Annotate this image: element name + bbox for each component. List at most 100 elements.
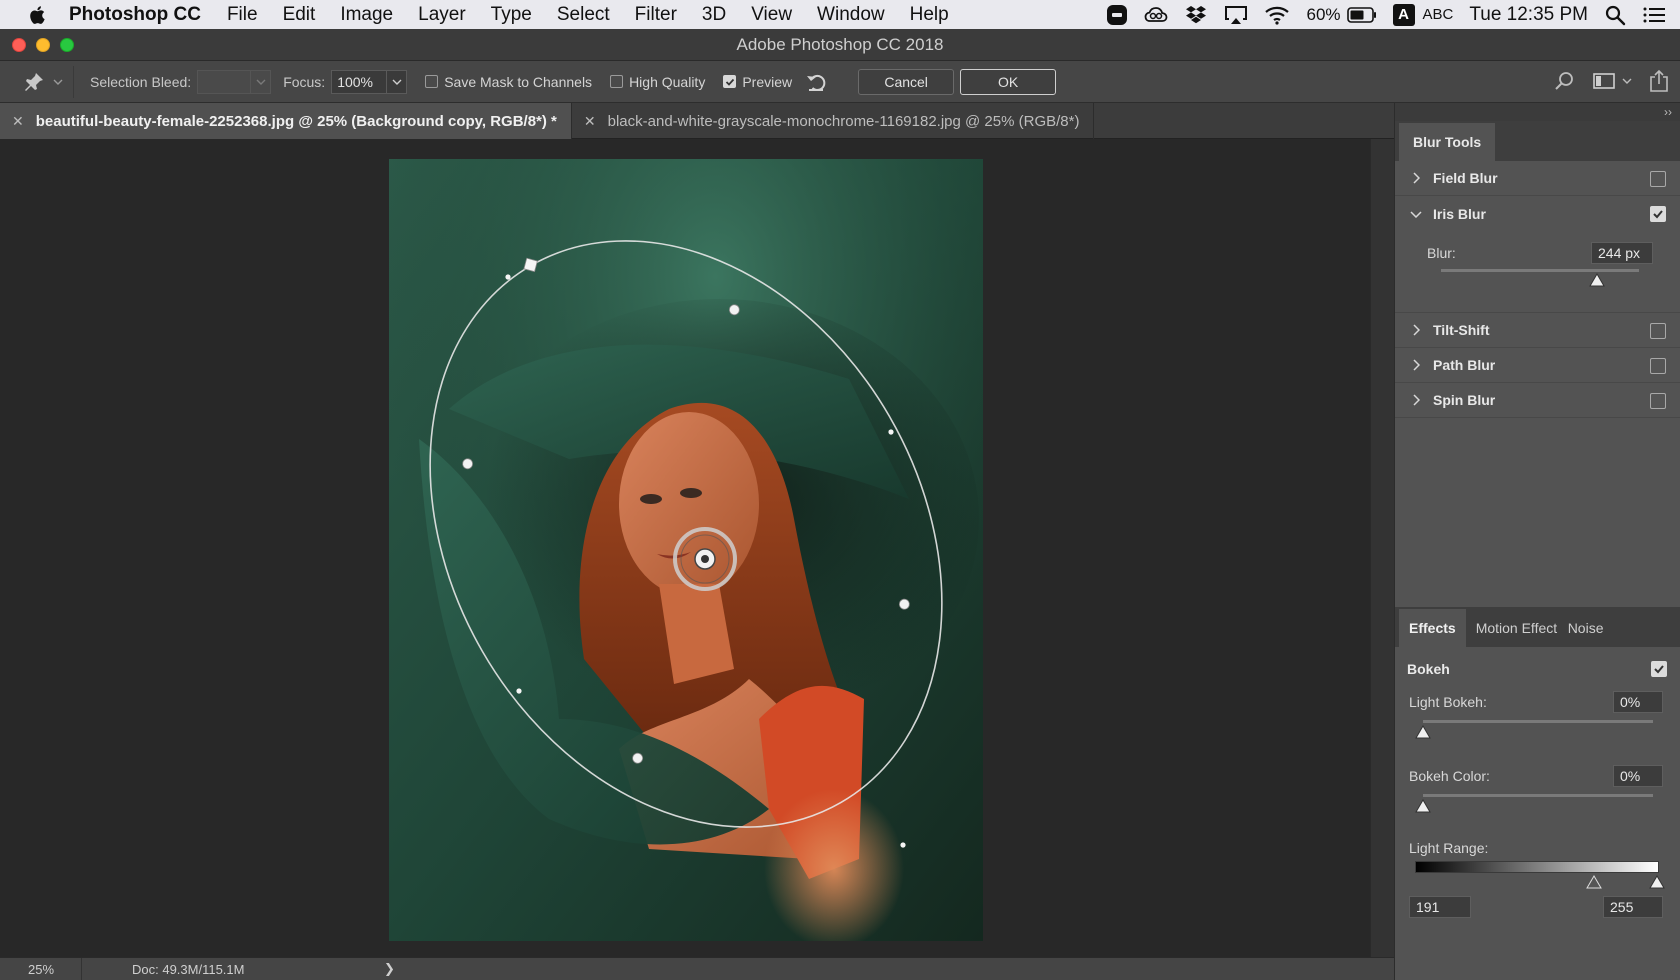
workspace-icon[interactable] <box>1592 71 1616 91</box>
roundness-handle[interactable] <box>523 257 538 273</box>
window-title-bar: Adobe Photoshop CC 2018 <box>0 29 1680 61</box>
app-menu[interactable]: Photoshop CC <box>69 4 201 26</box>
collapse-panel-icon[interactable]: ›› <box>1664 105 1672 119</box>
tab-motion-effects[interactable]: Motion Effect <box>1466 609 1558 647</box>
input-source-label[interactable]: ABC <box>1423 6 1454 23</box>
chevron-right-icon[interactable] <box>1409 394 1423 406</box>
search-icon[interactable] <box>1554 70 1576 92</box>
light-bokeh-input[interactable]: 0% <box>1613 691 1663 713</box>
ellipse-resize-handle[interactable] <box>888 429 894 435</box>
field-blur-row[interactable]: Field Blur <box>1395 161 1680 196</box>
menu-layer[interactable]: Layer <box>418 4 466 26</box>
blur-amount-slider-track[interactable] <box>1441 269 1639 272</box>
field-blur-checkbox[interactable] <box>1650 171 1666 187</box>
spotlight-search-icon[interactable] <box>1604 4 1626 26</box>
ok-button[interactable]: OK <box>960 68 1057 95</box>
menu-view[interactable]: View <box>751 4 792 26</box>
high-quality-label[interactable]: High Quality <box>629 74 705 90</box>
menu-3d[interactable]: 3D <box>702 4 726 26</box>
bokeh-color-slider-thumb[interactable] <box>1415 799 1431 813</box>
menu-window[interactable]: Window <box>817 4 885 26</box>
close-tab-icon[interactable]: ✕ <box>12 113 24 130</box>
menu-file[interactable]: File <box>227 4 258 26</box>
bokeh-color-input[interactable]: 0% <box>1613 765 1663 787</box>
save-mask-label[interactable]: Save Mask to Channels <box>444 74 592 90</box>
airplay-icon[interactable] <box>1224 4 1248 26</box>
focus-input[interactable]: 100% <box>331 69 388 94</box>
checkmark-icon <box>1653 210 1663 219</box>
high-quality-checkbox[interactable] <box>610 75 624 88</box>
ellipse-resize-handle[interactable] <box>900 842 906 848</box>
light-bokeh-slider-thumb[interactable] <box>1415 725 1431 739</box>
input-source-icon[interactable]: A <box>1392 3 1415 26</box>
selection-bleed-dropdown[interactable] <box>251 69 272 94</box>
tab-noise[interactable]: Noise <box>1558 609 1614 647</box>
panel-collapse-bar[interactable]: ›› <box>1395 103 1680 121</box>
zoom-window-button[interactable] <box>60 38 74 52</box>
field-blur-label: Field Blur <box>1433 170 1498 186</box>
menu-type[interactable]: Type <box>491 4 532 26</box>
path-blur-checkbox[interactable] <box>1650 358 1666 374</box>
close-window-button[interactable] <box>12 38 26 52</box>
battery-icon[interactable] <box>1346 6 1377 23</box>
chevron-down-icon[interactable] <box>1409 210 1423 218</box>
light-bokeh-slider-track[interactable] <box>1423 720 1653 723</box>
focus-dropdown[interactable] <box>387 69 408 94</box>
blur-amount-slider-thumb[interactable] <box>1589 273 1606 287</box>
status-menu-arrow-icon[interactable]: ❯ <box>384 961 395 977</box>
ellipse-resize-handle[interactable] <box>516 688 522 694</box>
spin-blur-checkbox[interactable] <box>1650 393 1666 409</box>
menu-edit[interactable]: Edit <box>283 4 316 26</box>
cancel-button[interactable]: Cancel <box>858 68 955 95</box>
menu-image[interactable]: Image <box>340 4 393 26</box>
tab-document-1[interactable]: ✕ beautiful-beauty-female-2252368.jpg @ … <box>0 103 572 139</box>
wifi-icon[interactable] <box>1264 4 1290 26</box>
preview-checkbox[interactable] <box>723 75 737 88</box>
creative-cloud-icon[interactable] <box>1144 4 1168 26</box>
ellipse-resize-handle[interactable] <box>505 274 511 280</box>
blur-amount-input[interactable]: 244 px <box>1591 242 1653 264</box>
menubar-clock[interactable]: Tue 12:35 PM <box>1469 4 1588 26</box>
apple-logo-icon[interactable] <box>27 4 49 26</box>
minimize-window-button[interactable] <box>36 38 50 52</box>
bokeh-color-slider-track[interactable] <box>1423 794 1653 797</box>
chevron-down-icon <box>53 79 62 85</box>
vertical-scrollbar[interactable] <box>1370 139 1394 957</box>
menu-select[interactable]: Select <box>557 4 610 26</box>
chevron-right-icon[interactable] <box>1409 324 1423 336</box>
tilt-shift-row[interactable]: Tilt-Shift <box>1395 313 1680 348</box>
selection-bleed-input[interactable] <box>197 69 252 94</box>
light-range-max-thumb[interactable] <box>1649 875 1665 889</box>
spin-blur-row[interactable]: Spin Blur <box>1395 383 1680 418</box>
notification-center-icon[interactable] <box>1642 4 1666 26</box>
light-range-min-input[interactable]: 191 <box>1409 896 1471 918</box>
save-mask-checkbox[interactable] <box>425 75 439 88</box>
iris-blur-checkbox[interactable] <box>1650 206 1666 222</box>
iris-blur-row[interactable]: Iris Blur <box>1395 196 1680 231</box>
share-icon[interactable] <box>1648 69 1670 93</box>
chevron-right-icon[interactable] <box>1409 172 1423 184</box>
status-app-icon[interactable] <box>1106 4 1128 26</box>
menu-filter[interactable]: Filter <box>635 4 677 26</box>
tab-document-2[interactable]: ✕ black-and-white-grayscale-monochrome-1… <box>572 103 1095 139</box>
tab-blur-tools[interactable]: Blur Tools <box>1399 123 1496 161</box>
close-tab-icon[interactable]: ✕ <box>584 113 596 130</box>
tilt-shift-checkbox[interactable] <box>1650 323 1666 339</box>
canvas-area[interactable] <box>0 139 1370 957</box>
document-tab-bar: ✕ beautiful-beauty-female-2252368.jpg @ … <box>0 103 1394 139</box>
tool-preset-picker[interactable] <box>12 65 74 98</box>
tab-effects[interactable]: Effects <box>1399 609 1466 647</box>
chevron-down-icon[interactable] <box>1622 77 1632 85</box>
zoom-level-field[interactable]: 25% <box>0 957 82 980</box>
light-range-gradient[interactable] <box>1415 861 1659 873</box>
light-range-min-thumb[interactable] <box>1586 875 1602 889</box>
light-range-max-input[interactable]: 255 <box>1603 896 1663 918</box>
preview-label[interactable]: Preview <box>742 74 792 90</box>
dropbox-icon[interactable] <box>1184 4 1208 26</box>
bokeh-checkbox[interactable] <box>1651 661 1667 677</box>
document-image[interactable] <box>389 159 983 941</box>
menu-help[interactable]: Help <box>910 4 949 26</box>
reset-pins-button[interactable] <box>804 69 830 95</box>
chevron-right-icon[interactable] <box>1409 359 1423 371</box>
path-blur-row[interactable]: Path Blur <box>1395 348 1680 383</box>
